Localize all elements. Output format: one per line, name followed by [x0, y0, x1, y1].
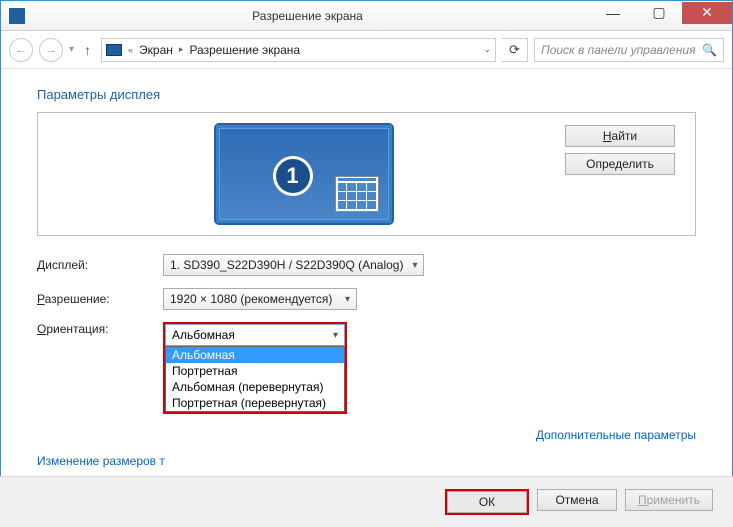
find-label-u: Н	[603, 129, 612, 143]
orientation-option-landscape-flipped[interactable]: Альбомная (перевернутая)	[166, 379, 344, 395]
monitor-keypad-icon	[335, 176, 379, 212]
search-placeholder: Поиск в панели управления	[541, 43, 696, 57]
orientation-option-landscape[interactable]: Альбомная	[166, 347, 344, 363]
app-icon	[9, 8, 25, 24]
breadcrumb-current[interactable]: Разрешение экрана	[189, 43, 300, 57]
dialog-footer: ОК Отмена Применить	[0, 476, 733, 527]
minimize-button[interactable]: —	[590, 2, 636, 24]
close-button[interactable]: ✕	[682, 2, 732, 24]
history-dropdown-icon[interactable]: ▾	[69, 44, 74, 55]
breadcrumb-root[interactable]: Экран	[139, 43, 173, 57]
orientation-option-portrait[interactable]: Портретная	[166, 363, 344, 379]
orientation-row: Ориентация: Альбомная Альбомная Портретн…	[37, 322, 696, 414]
apply-button[interactable]: Применить	[625, 489, 713, 511]
display-select[interactable]: 1. SD390_S22D390H / S22D390Q (Analog)	[163, 254, 424, 276]
resolution-select[interactable]: 1920 × 1080 (рекомендуется)	[163, 288, 357, 310]
find-button[interactable]: Найти	[565, 125, 675, 147]
resolution-row: Разрешение: 1920 × 1080 (рекомендуется)	[37, 288, 696, 310]
control-panel-icon	[106, 44, 122, 56]
content-area: Параметры дисплея 1 Найти Определить Дис…	[1, 69, 732, 510]
display-row: Дисплей: 1. SD390_S22D390H / S22D390Q (A…	[37, 254, 696, 276]
orientation-option-portrait-flipped[interactable]: Портретная (перевернутая)	[166, 395, 344, 411]
back-button[interactable]: ←	[9, 38, 33, 62]
resolution-value: 1920 × 1080 (рекомендуется)	[170, 292, 332, 306]
apply-label: Применить	[638, 493, 700, 507]
window-title: Разрешение экрана	[25, 9, 590, 23]
forward-button[interactable]: →	[39, 38, 63, 62]
monitor-1[interactable]: 1	[216, 125, 392, 223]
find-label: айти	[612, 129, 638, 143]
display-label: Дисплей:	[37, 258, 163, 272]
monitor-number: 1	[273, 156, 313, 196]
orientation-label: Ориентация:	[37, 322, 163, 336]
window-titlebar: Разрешение экрана — ▢ ✕	[1, 1, 732, 31]
advanced-link-row: Дополнительные параметры	[37, 426, 696, 444]
monitor-preview[interactable]: 1	[58, 125, 549, 223]
cancel-button[interactable]: Отмена	[537, 489, 617, 511]
up-button[interactable]: ↑	[80, 42, 95, 58]
maximize-button[interactable]: ▢	[636, 2, 682, 24]
monitors-panel: 1 Найти Определить	[37, 112, 696, 236]
resize-link[interactable]: Изменение размеров т	[37, 454, 696, 468]
orientation-highlight: Альбомная Альбомная Портретная Альбомная…	[163, 322, 347, 414]
section-title: Параметры дисплея	[37, 87, 696, 102]
breadcrumb[interactable]: « Экран ▸ Разрешение экрана ⌄	[101, 38, 496, 62]
detect-label: Определить	[586, 157, 654, 171]
search-icon[interactable]: 🔍	[702, 43, 717, 57]
resolution-label: Разрешение:	[37, 292, 163, 306]
detect-button[interactable]: Определить	[565, 153, 675, 175]
breadcrumb-root-chevron: «	[128, 45, 133, 55]
refresh-button[interactable]: ⟳	[502, 38, 528, 62]
chevron-right-icon: ▸	[179, 44, 184, 55]
orientation-dropdown: Альбомная Портретная Альбомная (переверн…	[165, 346, 345, 412]
orientation-value: Альбомная	[172, 328, 235, 342]
display-value: 1. SD390_S22D390H / S22D390Q (Analog)	[170, 258, 403, 272]
orientation-select[interactable]: Альбомная	[165, 324, 345, 346]
search-input[interactable]: Поиск в панели управления 🔍	[534, 38, 724, 62]
breadcrumb-dropdown-icon[interactable]: ⌄	[483, 44, 491, 55]
advanced-link[interactable]: Дополнительные параметры	[536, 428, 696, 442]
navigation-bar: ← → ▾ ↑ « Экран ▸ Разрешение экрана ⌄ ⟳ …	[1, 31, 732, 69]
ok-button[interactable]: ОК	[447, 491, 527, 513]
ok-highlight: ОК	[445, 489, 529, 515]
